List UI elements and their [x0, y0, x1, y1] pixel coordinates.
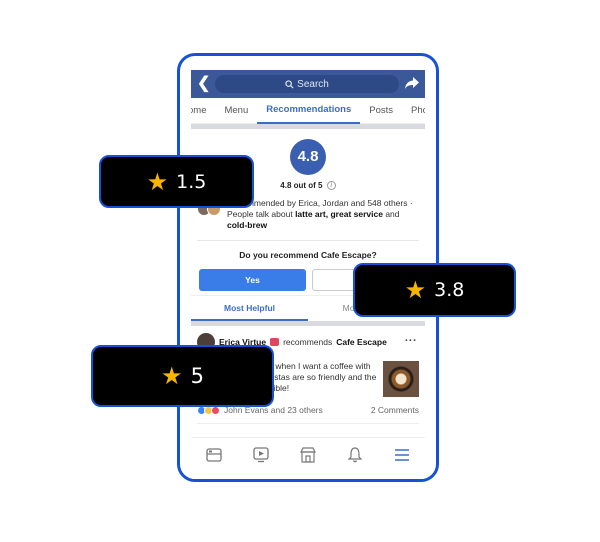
tab-home[interactable]: ome [191, 98, 215, 124]
search-bar[interactable]: Search [215, 75, 399, 93]
share-button[interactable] [399, 76, 419, 92]
rating-score-circle: 4.8 [290, 139, 326, 175]
rating-value: 3.8 [434, 279, 465, 301]
tab-photos[interactable]: Photo [402, 98, 425, 124]
rating-badge: ★ 5 [91, 345, 274, 407]
recommend-badge-icon [270, 338, 280, 347]
rating-badge: ★ 3.8 [353, 263, 516, 317]
reactions-bar: John Evans and 23 others 2 Comments [197, 405, 419, 425]
search-placeholder: Search [297, 78, 329, 90]
search-icon [285, 79, 294, 89]
rating-badge: ★ 1.5 [99, 155, 254, 208]
love-reaction-icon [211, 405, 220, 415]
rating-value: 1.5 [176, 170, 207, 193]
recommended-text: Recommended by Erica, Jordan and 548 oth… [227, 198, 419, 231]
tab-menu[interactable]: Menu [215, 98, 257, 124]
star-icon: ★ [404, 276, 427, 304]
divider [197, 240, 419, 242]
tab-posts[interactable]: Posts [360, 98, 402, 124]
watch-icon[interactable] [252, 446, 270, 464]
top-bar: ❮ Search [191, 70, 425, 98]
notifications-icon[interactable] [346, 446, 364, 464]
menu-icon[interactable] [393, 446, 411, 464]
bottom-nav [191, 437, 425, 471]
star-icon: ★ [161, 362, 183, 390]
post-action: recommends [283, 337, 333, 348]
yes-button[interactable]: Yes [199, 269, 306, 292]
rating-out-of-text: 4.8 out of 5 [280, 181, 323, 190]
tab-recommendations[interactable]: Recommendations [257, 98, 361, 124]
conjunction: and [382, 209, 400, 220]
recommend-question: Do you recommend Cafe Escape? [239, 250, 377, 261]
comments-link[interactable]: 2 Comments [371, 405, 419, 415]
topic-tag: latte art, great service [295, 209, 383, 220]
share-arrow-icon [405, 77, 419, 89]
topic-tag: cold-brew [227, 220, 268, 231]
more-options-button[interactable]: ... [405, 332, 417, 344]
tab-most-helpful[interactable]: Most Helpful [191, 296, 308, 322]
star-icon: ★ [146, 167, 169, 196]
info-icon[interactable]: i [326, 181, 336, 191]
rating-value: 5 [190, 364, 204, 388]
news-feed-icon[interactable] [205, 446, 223, 464]
latte-photo[interactable] [383, 361, 419, 398]
back-button[interactable]: ❮ [197, 70, 215, 98]
marketplace-icon[interactable] [299, 446, 317, 464]
post-target[interactable]: Cafe Escape [336, 337, 387, 347]
page-tabs: ome Menu Recommendations Posts Photo [191, 98, 425, 124]
